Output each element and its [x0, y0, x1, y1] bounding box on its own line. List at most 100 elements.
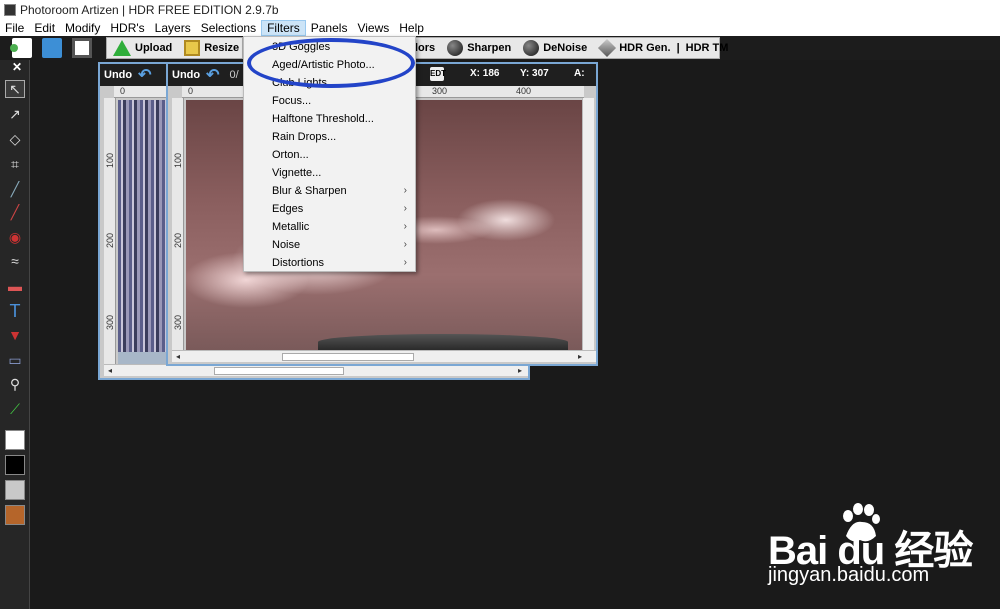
menu-item-label: Blur & Sharpen	[272, 185, 347, 197]
back-scroll-thumb[interactable]	[214, 367, 344, 375]
back-photo-canvas[interactable]	[118, 100, 170, 364]
back-ruler-h-tick: 0	[120, 86, 126, 96]
add-selection-tool-icon[interactable]: ↗	[5, 105, 25, 123]
back-ruler-v-tick: 300	[105, 314, 115, 330]
colors-button[interactable]: lors	[413, 38, 441, 58]
zoom-tool-icon[interactable]: ⚲	[5, 375, 25, 393]
back-undo-button[interactable]: Undo	[104, 69, 132, 81]
gradient-tool-icon[interactable]: ▭	[5, 351, 25, 369]
sharpen-label: Sharpen	[467, 42, 512, 54]
front-horizontal-scrollbar[interactable]: ◂ ▸	[172, 350, 596, 362]
menu-panels[interactable]: Panels	[306, 20, 353, 36]
hdr-gen-button[interactable]: HDR Gen.	[593, 38, 676, 58]
open-folder-icon[interactable]	[42, 38, 62, 58]
back-ruler-v-tick: 200	[105, 232, 115, 248]
front-vertical-scrollbar[interactable]	[582, 98, 594, 350]
menu-help[interactable]: Help	[394, 20, 429, 36]
crop-tool-icon[interactable]: ⌗	[5, 155, 25, 173]
text-tool-icon[interactable]: T	[5, 301, 25, 321]
front-undo-button[interactable]: Undo	[172, 69, 200, 81]
hdr-tm-button[interactable]: HDR TM	[680, 38, 735, 58]
menu-layers[interactable]: Layers	[150, 20, 196, 36]
menu-item-label: Distortions	[272, 257, 324, 269]
upload-arrow-icon	[113, 40, 131, 56]
submenu-arrow-icon: ›	[403, 203, 407, 214]
eyedropper-tool-icon[interactable]: ⟋	[5, 400, 25, 418]
menu-item-orton[interactable]: Orton...	[244, 146, 415, 164]
back-scroll-right-icon[interactable]: ▸	[514, 365, 526, 377]
menu-item-edges[interactable]: Edges ›	[244, 200, 415, 218]
submenu-arrow-icon: ›	[403, 239, 407, 250]
new-file-icon[interactable]	[10, 38, 32, 58]
menu-hdrs[interactable]: HDR's	[105, 20, 149, 36]
back-scroll-left-icon[interactable]: ◂	[104, 365, 116, 377]
front-undo-icon[interactable]: ↶	[206, 65, 219, 85]
alpha-readout: A:	[574, 68, 585, 79]
menu-filters[interactable]: Filters	[261, 20, 306, 36]
sharpen-button[interactable]: Sharpen	[441, 38, 517, 58]
menu-item-label: Noise	[272, 239, 301, 251]
denoise-button[interactable]: DeNoise	[517, 38, 593, 58]
menu-item-label: Orton...	[272, 149, 309, 161]
close-panel-icon[interactable]: ✕	[12, 60, 22, 74]
menu-item-focus[interactable]: Focus...	[244, 92, 415, 110]
menu-item-distortions[interactable]: Distortions ›	[244, 254, 415, 272]
cursor-x-readout: X: 186	[470, 68, 500, 79]
menu-item-label: Focus...	[272, 95, 312, 107]
red-eye-tool-icon[interactable]: ◉	[5, 228, 25, 246]
menu-item-halftone-threshold[interactable]: Halftone Threshold...	[244, 110, 415, 128]
back-ruler-horizontal: 0	[114, 86, 174, 98]
cursor-y-readout: Y: 307	[520, 68, 549, 79]
front-ruler-h-tick: 400	[516, 86, 532, 96]
front-scroll-right-icon[interactable]: ▸	[574, 351, 586, 363]
baidu-watermark: Bai du 经验 jingyan.baidu.com	[766, 500, 996, 590]
menu-item-rain-drops[interactable]: Rain Drops...	[244, 128, 415, 146]
menu-item-label: Metallic	[272, 221, 310, 233]
menu-modify[interactable]: Modify	[60, 20, 105, 36]
front-scroll-left-icon[interactable]: ◂	[172, 351, 184, 363]
lasso-tool-icon[interactable]: ◇	[5, 130, 25, 148]
resize-button[interactable]: Resize	[178, 38, 245, 58]
menu-item-label: Vignette...	[272, 167, 322, 179]
toolbar: Upload Resize lors Sharpen DeNoise HDR G…	[0, 36, 1000, 60]
front-undo-count: 0/	[229, 69, 239, 81]
resize-icon	[184, 40, 201, 56]
gray-color-swatch[interactable]	[5, 480, 25, 500]
upload-button[interactable]: Upload	[107, 38, 178, 58]
eraser-brush-tool-icon[interactable]: ╱	[5, 203, 25, 221]
front-scroll-thumb[interactable]	[282, 353, 414, 361]
menu-file[interactable]: File	[0, 20, 29, 36]
denoise-label: DeNoise	[543, 42, 588, 54]
pointer-tool-icon[interactable]: ↖	[5, 80, 25, 98]
menu-item-vignette[interactable]: Vignette...	[244, 164, 415, 182]
foreground-color-swatch[interactable]	[5, 430, 25, 450]
menu-item-noise[interactable]: Noise ›	[244, 236, 415, 254]
denoise-icon	[523, 40, 540, 56]
texture-swatch[interactable]	[5, 505, 25, 525]
back-undo-icon[interactable]: ↶	[138, 65, 151, 85]
save-disk-icon[interactable]	[72, 38, 92, 58]
menu-item-metallic[interactable]: Metallic ›	[244, 218, 415, 236]
front-photo-hill	[318, 334, 568, 350]
front-ruler-vertical: 100 200 300	[172, 98, 184, 350]
fill-bucket-tool-icon[interactable]: ▼	[5, 326, 25, 344]
app-icon	[4, 4, 16, 16]
smudge-tool-icon[interactable]: ≈	[5, 252, 25, 270]
menu-edit[interactable]: Edit	[29, 20, 60, 36]
brush-tool-icon[interactable]: ╱	[5, 180, 25, 198]
resize-label: Resize	[204, 42, 240, 54]
toolbar-group-left: Upload Resize	[106, 37, 243, 59]
menu-item-blur-sharpen[interactable]: Blur & Sharpen ›	[244, 182, 415, 200]
window-title: Photoroom Artizen | HDR FREE EDITION 2.9…	[20, 3, 279, 17]
background-color-swatch[interactable]	[5, 455, 25, 475]
eraser-tool-icon[interactable]: ▬	[5, 277, 25, 295]
submenu-arrow-icon: ›	[403, 185, 407, 196]
menu-selections[interactable]: Selections	[196, 20, 261, 36]
menu-item-label: Halftone Threshold...	[272, 113, 374, 125]
front-ruler-v-tick: 100	[173, 152, 183, 168]
hdr-gen-label: HDR Gen.	[619, 42, 671, 54]
front-ruler-h-tick: 300	[432, 86, 448, 96]
eyedropper-edit-icon[interactable]: EDT	[430, 67, 446, 81]
back-ruler-v-tick: 100	[105, 152, 115, 168]
menu-views[interactable]: Views	[352, 20, 394, 36]
